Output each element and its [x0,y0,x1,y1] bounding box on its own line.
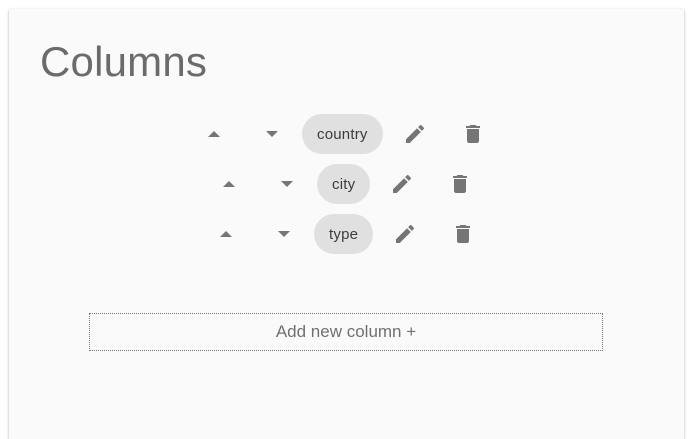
column-chip[interactable]: city [317,164,371,204]
edit-button[interactable] [385,214,425,254]
move-up-button[interactable] [209,164,249,204]
pencil-icon [396,224,415,243]
trash-icon [456,225,471,243]
delete-button[interactable] [443,214,483,254]
add-column-button[interactable]: Add new column + [89,313,603,351]
pencil-icon [393,174,412,193]
trash-icon [453,175,468,193]
edit-button[interactable] [395,114,435,154]
arrow-down-icon [266,131,278,137]
column-list: country city type [9,9,684,309]
move-down-button[interactable] [267,164,307,204]
arrow-up-icon [208,131,220,137]
column-row-country: country [194,114,493,154]
arrow-up-icon [220,231,232,237]
pencil-icon [405,124,424,143]
move-up-button[interactable] [194,114,234,154]
arrow-down-icon [281,181,293,187]
column-chip[interactable]: country [302,114,383,154]
edit-button[interactable] [382,164,422,204]
move-down-button[interactable] [264,214,304,254]
move-down-button[interactable] [252,114,292,154]
columns-card: Columns country city type Add new column… [9,9,684,439]
move-up-button[interactable] [206,214,246,254]
arrow-up-icon [223,181,235,187]
column-row-city: city [209,164,480,204]
column-row-type: type [206,214,483,254]
delete-button[interactable] [453,114,493,154]
delete-button[interactable] [440,164,480,204]
trash-icon [465,125,480,143]
arrow-down-icon [278,231,290,237]
column-chip[interactable]: type [314,214,374,254]
